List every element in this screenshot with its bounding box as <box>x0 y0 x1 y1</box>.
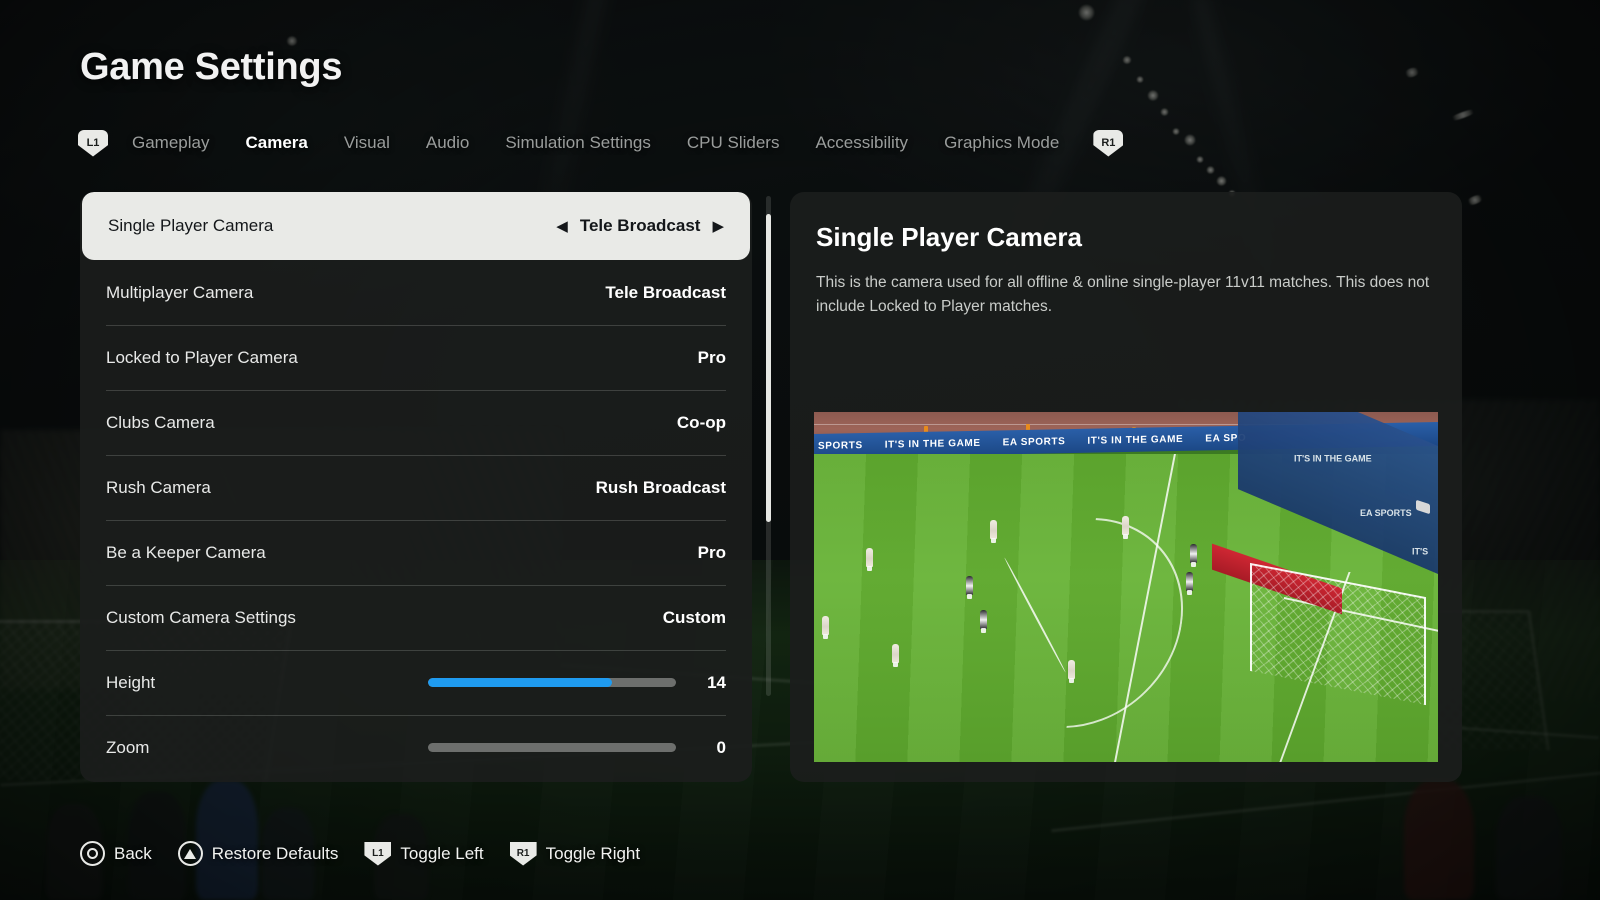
tab-graphics-mode[interactable]: Graphics Mode <box>926 133 1077 153</box>
setting-value: Co-op <box>676 412 726 432</box>
circle-button-icon <box>80 841 105 866</box>
preview-side-board-text: EA SPORTS <box>1252 412 1304 414</box>
setting-row-clubs-camera[interactable]: Clubs Camera Co-op <box>80 390 752 455</box>
preview-player <box>1122 516 1129 539</box>
slider-track[interactable] <box>428 678 676 687</box>
preview-board-text: SPORTS <box>818 439 863 452</box>
scrollbar-thumb[interactable] <box>766 214 771 522</box>
triangle-button-icon <box>177 841 203 866</box>
setting-label: Clubs Camera <box>106 412 215 432</box>
action-back[interactable]: Back <box>80 841 152 866</box>
l1-shoulder-icon[interactable]: L1 <box>78 129 108 157</box>
preview-player <box>866 548 873 571</box>
page-title: Game Settings <box>80 46 343 88</box>
tab-simulation-settings[interactable]: Simulation Settings <box>487 133 669 153</box>
setting-row-locked-to-player-camera[interactable]: Locked to Player Camera Pro <box>80 325 752 390</box>
setting-label: Height <box>106 672 156 692</box>
setting-row-single-player-camera[interactable]: Single Player Camera ◀ Tele Broadcast ▶ <box>82 192 750 260</box>
setting-label: Single Player Camera <box>108 216 274 235</box>
l1-shoulder-icon: L1 <box>364 841 392 866</box>
setting-label: Rush Camera <box>106 477 211 497</box>
setting-value: Rush Broadcast <box>595 477 726 497</box>
chevron-left-icon[interactable]: ◀ <box>556 219 568 234</box>
tab-visual[interactable]: Visual <box>326 133 408 153</box>
setting-value: Tele Broadcast <box>605 282 726 302</box>
preview-side-board-text: IT'S <box>1412 546 1429 557</box>
action-label: Restore Defaults <box>211 843 339 863</box>
slider-fill <box>428 678 612 687</box>
action-bar: Back Restore Defaults L1 Toggle Left R1 … <box>80 841 640 866</box>
preview-player <box>966 576 973 599</box>
preview-side-board-text: EA SPORTS <box>1360 507 1412 518</box>
setting-value: Pro <box>697 542 726 562</box>
height-slider[interactable]: 14 <box>428 673 726 693</box>
action-restore-defaults[interactable]: Restore Defaults <box>177 841 339 866</box>
setting-stepper[interactable]: ◀ Tele Broadcast ▶ <box>556 216 724 236</box>
setting-value: Pro <box>697 347 726 367</box>
setting-row-be-a-keeper-camera[interactable]: Be a Keeper Camera Pro <box>80 520 752 585</box>
preview-board-text: EA SPORTS <box>1002 435 1066 448</box>
tab-gameplay[interactable]: Gameplay <box>114 133 227 153</box>
zoom-slider[interactable]: 0 <box>428 738 726 758</box>
setting-label: Be a Keeper Camera <box>106 542 266 562</box>
preview-player <box>1190 544 1197 567</box>
setting-value: Custom <box>662 607 726 627</box>
preview-board-text: IT'S IN THE GAME <box>1087 433 1184 447</box>
slider-value: 0 <box>716 737 726 757</box>
detail-title: Single Player Camera <box>816 222 1082 252</box>
action-toggle-left[interactable]: L1 Toggle Left <box>364 841 484 866</box>
preview-player <box>980 610 987 633</box>
tab-cpu-sliders[interactable]: CPU Sliders <box>669 133 798 153</box>
setting-row-multiplayer-camera[interactable]: Multiplayer Camera Tele Broadcast <box>80 260 752 325</box>
tab-accessibility[interactable]: Accessibility <box>797 133 926 153</box>
setting-row-custom-camera-settings[interactable]: Custom Camera Settings Custom <box>80 585 752 650</box>
settings-list-panel: Single Player Camera ◀ Tele Broadcast ▶ … <box>80 192 752 782</box>
preview-player <box>1186 572 1193 595</box>
action-label: Toggle Right <box>545 843 641 863</box>
setting-value: Tele Broadcast <box>579 216 701 235</box>
setting-row-zoom[interactable]: Zoom 0 <box>80 715 752 780</box>
action-label: Toggle Left <box>400 843 484 863</box>
preview-side-board-text: IT'S IN THE GAME <box>1294 453 1372 464</box>
setting-label: Custom Camera Settings <box>106 607 296 627</box>
preview-player <box>990 520 997 543</box>
preview-center-circle <box>957 518 1197 728</box>
action-label: Back <box>114 843 152 863</box>
preview-board-text: IT'S IN THE GAME <box>884 437 981 451</box>
r1-shoulder-icon[interactable]: R1 <box>1093 129 1124 157</box>
slider-value: 14 <box>707 672 726 692</box>
tab-audio[interactable]: Audio <box>408 133 487 153</box>
chevron-right-icon[interactable]: ▶ <box>712 219 724 234</box>
r1-shoulder-icon: R1 <box>509 841 537 866</box>
settings-scrollbar[interactable] <box>766 196 771 696</box>
preview-player <box>822 616 829 639</box>
tab-camera[interactable]: Camera <box>227 133 325 153</box>
slider-track[interactable] <box>428 743 676 752</box>
camera-preview-image: SPORTS IT'S IN THE GAME EA SPORTS IT'S I… <box>814 412 1438 762</box>
setting-row-height[interactable]: Height 14 <box>80 650 752 715</box>
setting-label: Locked to Player Camera <box>106 347 298 367</box>
setting-label: Multiplayer Camera <box>106 282 254 302</box>
setting-row-rush-camera[interactable]: Rush Camera Rush Broadcast <box>80 455 752 520</box>
setting-label: Zoom <box>106 737 150 757</box>
detail-description: This is the camera used for all offline … <box>816 274 1430 316</box>
action-toggle-right[interactable]: R1 Toggle Right <box>509 841 641 866</box>
preview-player <box>892 644 899 667</box>
preview-player <box>1068 660 1075 683</box>
preview-center-circle <box>1003 557 1067 673</box>
settings-tab-bar: L1 Gameplay Camera Visual Audio Simulati… <box>78 128 1124 158</box>
